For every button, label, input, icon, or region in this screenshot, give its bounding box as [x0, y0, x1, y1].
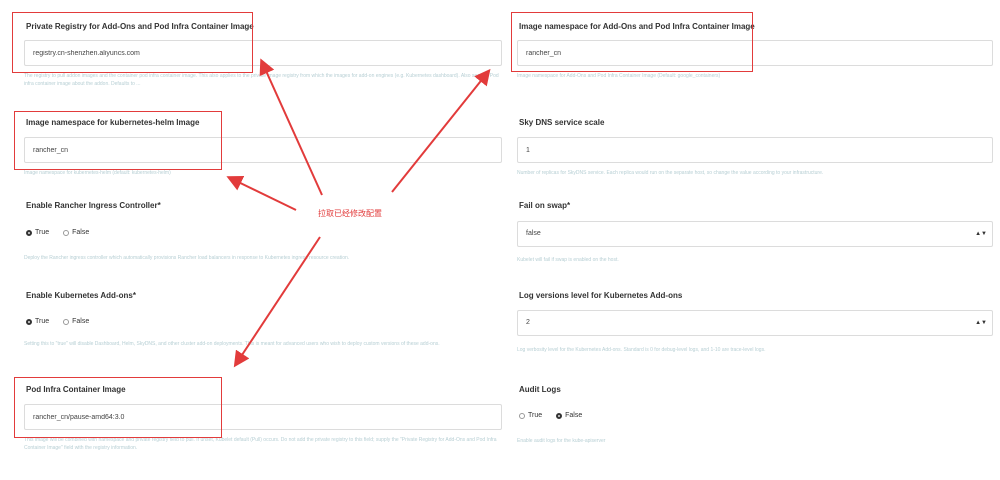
arrow-to-registry [259, 58, 323, 196]
arrow-to-pod-infra [233, 236, 321, 368]
annotation-arrows [226, 58, 491, 368]
annotation-text: 拉取已经修改配置 [318, 209, 382, 218]
arrow-to-helm-namespace [226, 176, 297, 211]
arrow-to-image-namespace [391, 68, 491, 193]
